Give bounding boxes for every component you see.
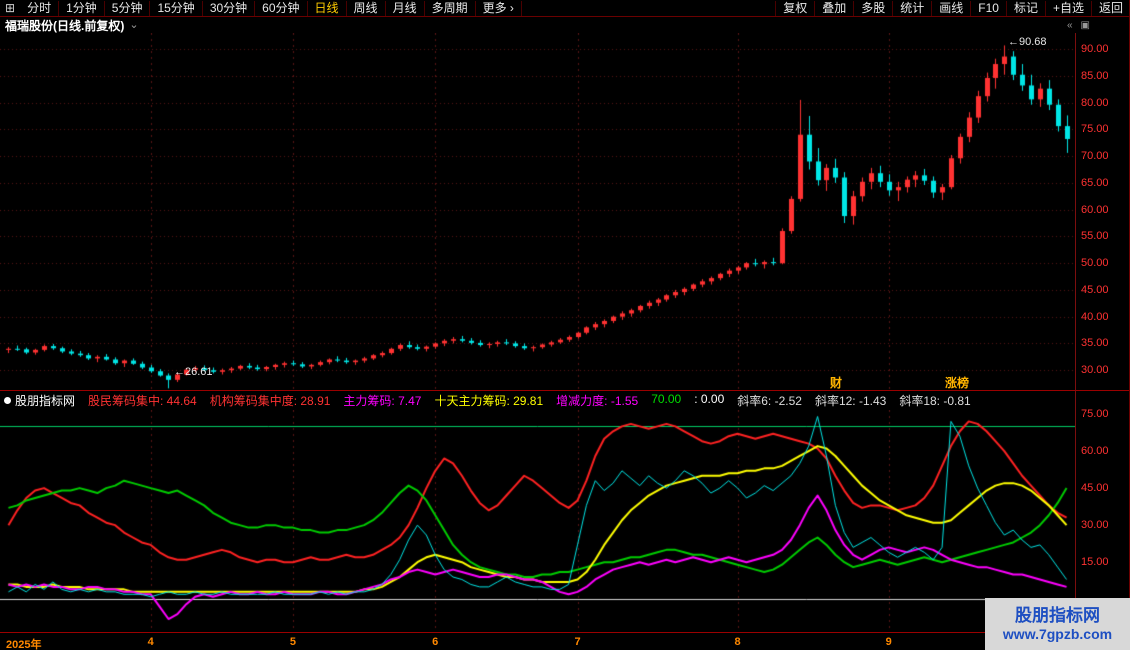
axis-tick-label: 60.00 xyxy=(1081,445,1127,457)
axis-tick-label: 50.00 xyxy=(1081,257,1127,269)
indicator-dot-icon xyxy=(4,397,11,404)
title-bar: 福瑞股份(日线.前复权) ⌄ « ▣ xyxy=(0,17,1130,33)
window-icon[interactable]: ▣ xyxy=(1081,20,1090,31)
collapse-icon[interactable]: « xyxy=(1067,20,1073,31)
menu-item-period-10[interactable]: 更多 › xyxy=(476,1,522,16)
watermark-title: 股朋指标网 xyxy=(1015,605,1100,626)
x-axis-month-label: 5 xyxy=(290,636,296,648)
x-axis-month-label: 6 xyxy=(432,636,438,648)
menu-item-tool-6[interactable]: 标记 xyxy=(1006,1,1045,16)
menu-item-period-2[interactable]: 5分钟 xyxy=(105,1,151,16)
indicator-header: 股朋指标网股民筹码集中: 44.64 机构筹码集中度: 28.91 主力筹码: 7.… xyxy=(0,392,1075,408)
indicator-header-seg-5: 增减力度: -1.55 xyxy=(556,392,638,408)
indicator-canvas[interactable] xyxy=(0,410,1075,632)
menu-item-tool-4[interactable]: 画线 xyxy=(931,1,970,16)
period-menu: 分时1分钟5分钟15分钟30分钟60分钟日线周线月线多周期更多 › xyxy=(20,0,522,16)
indicator-header-seg-3: 主力筹码: 7.47 xyxy=(343,392,421,408)
menu-item-period-0[interactable]: 分时 xyxy=(20,1,59,16)
axis-tick-label: 30.00 xyxy=(1081,364,1127,376)
menu-item-period-9[interactable]: 多周期 xyxy=(425,1,476,16)
rank-marker[interactable]: 涨榜 xyxy=(945,374,969,391)
indicator-header-seg-10: 斜率18: -0.81 xyxy=(899,392,970,408)
axis-tick-label: 35.00 xyxy=(1081,337,1127,349)
axis-tick-label: 70.00 xyxy=(1081,150,1127,162)
panel-separator xyxy=(0,390,1130,391)
indicator-header-seg-6: 70.00 xyxy=(651,392,681,408)
menu-item-period-3[interactable]: 15分钟 xyxy=(150,1,202,16)
menu-bar: ⊞ 分时1分钟5分钟15分钟30分钟60分钟日线周线月线多周期更多 › 复权叠加… xyxy=(0,0,1130,17)
axis-tick-label: 75.00 xyxy=(1081,408,1127,420)
axis-tick-label: 45.00 xyxy=(1081,284,1127,296)
indicator-header-seg-7: : 0.00 xyxy=(694,392,724,408)
main-chart-canvas[interactable] xyxy=(0,33,1075,390)
tools-menu: 复权叠加多股统计画线F10标记+自选返回 xyxy=(775,0,1130,16)
menu-item-period-4[interactable]: 30分钟 xyxy=(203,1,255,16)
axis-tick-label: 80.00 xyxy=(1081,97,1127,109)
axis-tick-label: 55.00 xyxy=(1081,230,1127,242)
axis-tick-label: 65.00 xyxy=(1081,177,1127,189)
menu-item-period-8[interactable]: 月线 xyxy=(386,1,425,16)
menu-item-tool-0[interactable]: 复权 xyxy=(775,1,814,16)
axis-tick-label: 90.00 xyxy=(1081,43,1127,55)
menu-item-period-7[interactable]: 周线 xyxy=(347,1,386,16)
indicator-header-seg-1: 股民筹码集中: 44.64 xyxy=(88,392,197,408)
indicator-header-seg-0: 股朋指标网 xyxy=(15,392,75,408)
high-price-annotation: ←90.68 xyxy=(1008,36,1047,48)
x-axis-month-label: 9 xyxy=(886,636,892,648)
x-axis-month-label: 7 xyxy=(574,636,580,648)
menu-item-tool-1[interactable]: 叠加 xyxy=(814,1,853,16)
indicator-header-seg-9: 斜率12: -1.43 xyxy=(815,392,886,408)
app-window: ⊞ 分时1分钟5分钟15分钟30分钟60分钟日线周线月线多周期更多 › 复权叠加… xyxy=(0,0,1130,650)
indicator-values: 股朋指标网股民筹码集中: 44.64 机构筹码集中度: 28.91 主力筹码: 7.… xyxy=(15,392,971,408)
axis-tick-label: 60.00 xyxy=(1081,204,1127,216)
axis-tick-label: 45.00 xyxy=(1081,482,1127,494)
menu-item-period-5[interactable]: 60分钟 xyxy=(255,1,307,16)
x-axis-month-label: 4 xyxy=(148,636,154,648)
year-label: 2025年 xyxy=(6,636,41,650)
chevron-down-icon[interactable]: ⌄ xyxy=(129,21,138,29)
menu-item-tool-7[interactable]: +自选 xyxy=(1045,1,1091,16)
low-price-annotation: ←26.61 xyxy=(174,366,213,378)
menu-item-tool-2[interactable]: 多股 xyxy=(853,1,892,16)
axis-divider xyxy=(1075,33,1076,632)
grid-icon[interactable]: ⊞ xyxy=(0,1,20,15)
x-axis-month-label: 8 xyxy=(735,636,741,648)
menu-item-period-6[interactable]: 日线 xyxy=(308,1,347,16)
watermark-panel: 股朋指标网 www.7gpzb.com xyxy=(985,598,1130,650)
axis-tick-label: 15.00 xyxy=(1081,556,1127,568)
menu-item-tool-8[interactable]: 返回 xyxy=(1091,1,1130,16)
finance-marker[interactable]: 财 xyxy=(830,374,842,391)
axis-tick-label: 40.00 xyxy=(1081,311,1127,323)
indicator-header-seg-4: 十天主力筹码: 29.81 xyxy=(434,392,543,408)
menu-item-tool-3[interactable]: 统计 xyxy=(892,1,931,16)
menu-item-period-1[interactable]: 1分钟 xyxy=(59,1,105,16)
indicator-header-seg-2: 机构筹码集中度: 28.91 xyxy=(210,392,331,408)
menu-item-tool-5[interactable]: F10 xyxy=(970,1,1006,16)
watermark-url: www.7gpzb.com xyxy=(1003,626,1112,644)
indicator-header-seg-8: 斜率6: -2.52 xyxy=(737,392,802,408)
axis-tick-label: 75.00 xyxy=(1081,123,1127,135)
time-axis-bar[interactable]: 2025年 4 5 6 7 8 9 xyxy=(0,632,1130,650)
chart-title: 福瑞股份(日线.前复权) xyxy=(5,17,124,34)
axis-tick-label: 30.00 xyxy=(1081,519,1127,531)
axis-tick-label: 85.00 xyxy=(1081,70,1127,82)
